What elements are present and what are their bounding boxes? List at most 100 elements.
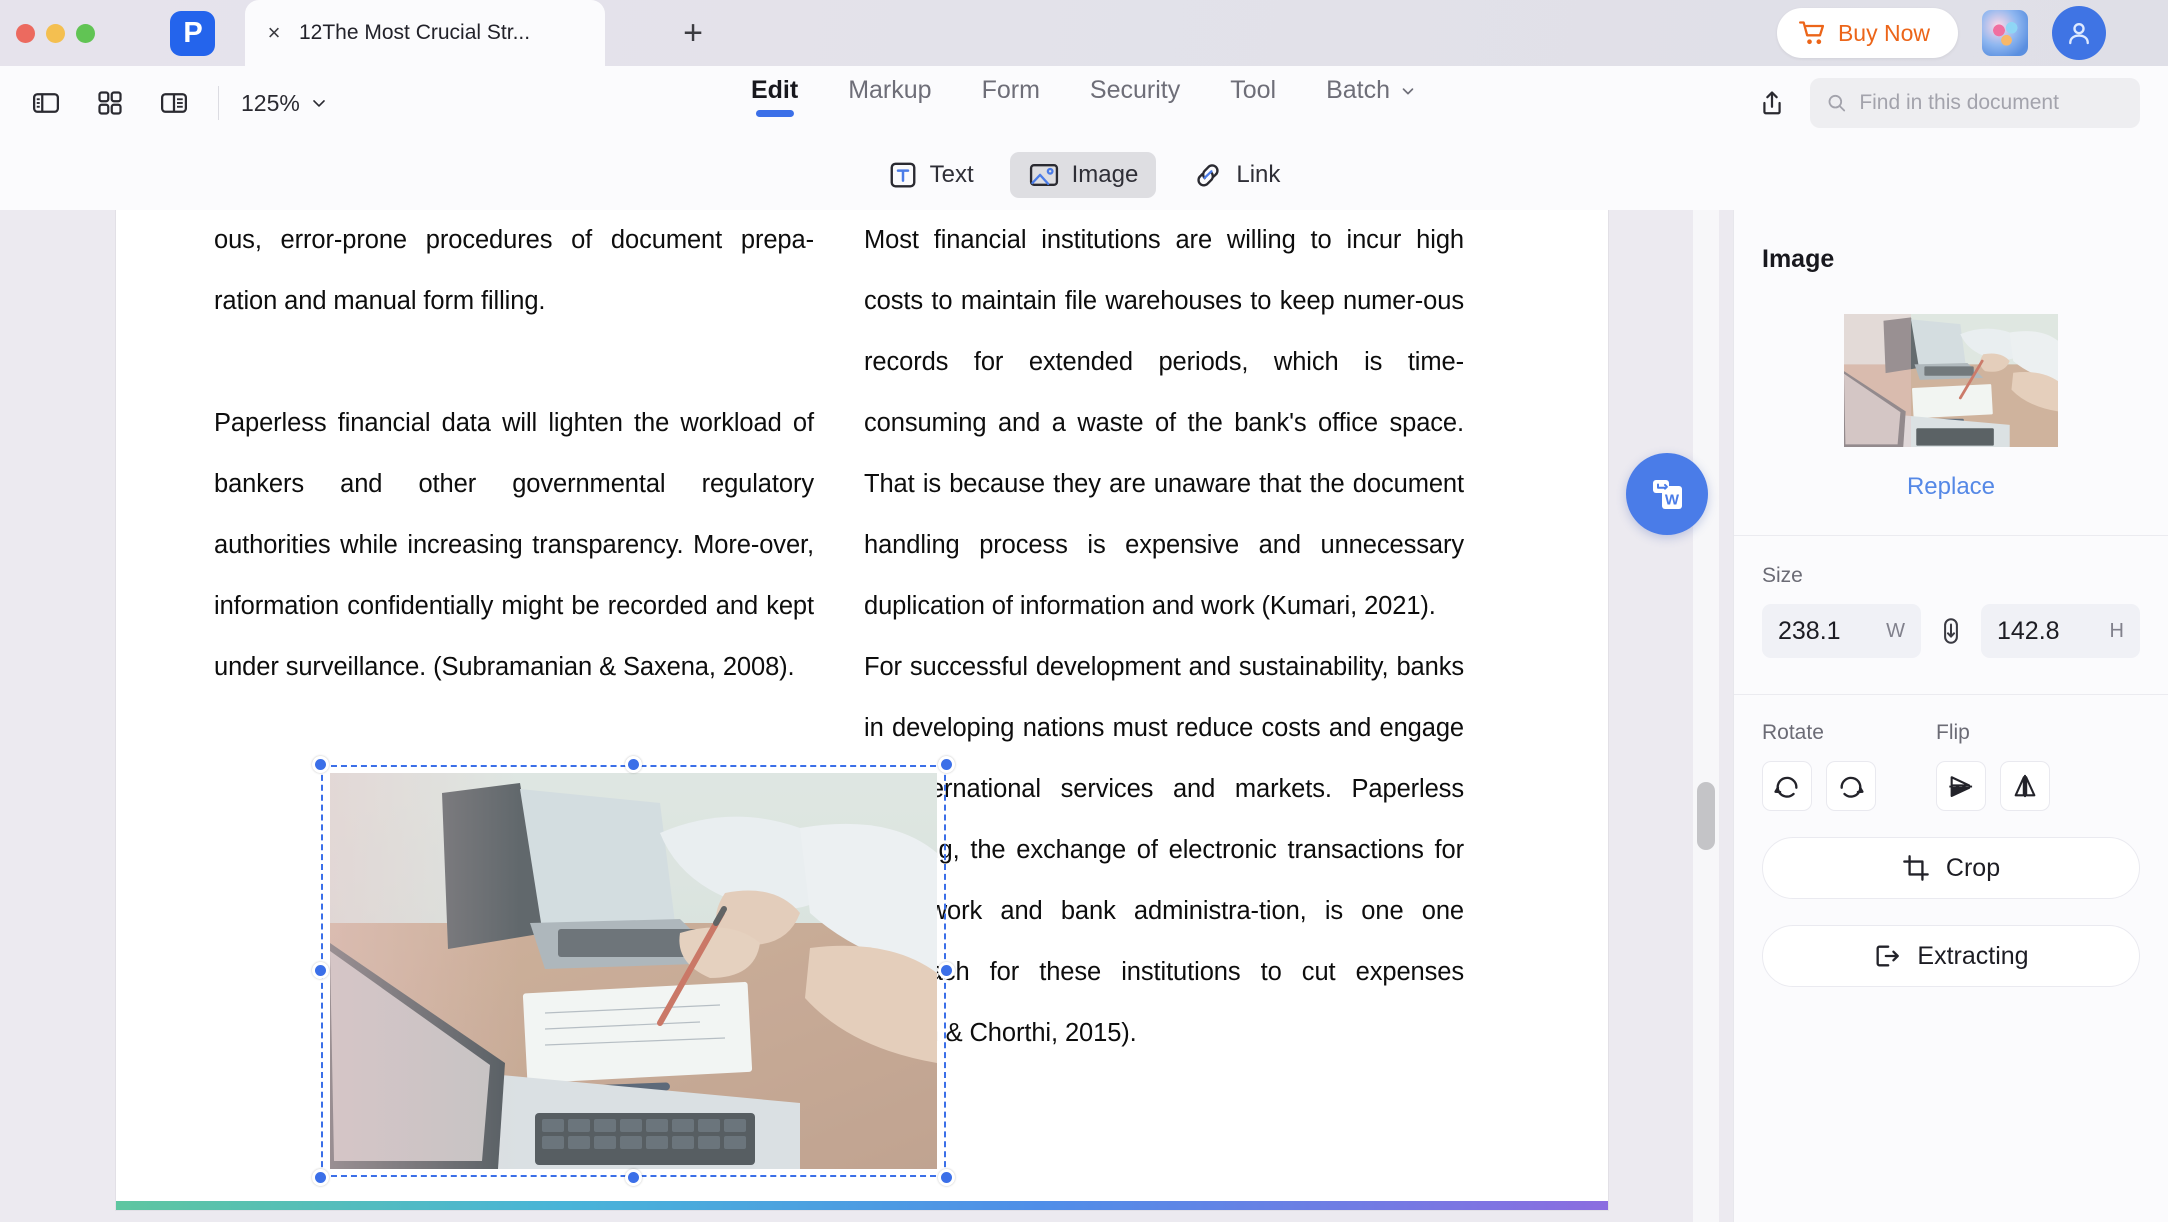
document-tab-title: 12The Most Crucial Str... [299,21,531,44]
resize-handle-bottom-center[interactable] [624,1169,642,1186]
paragraph: Paperless financial data will lighten th… [214,409,814,681]
convert-to-word-icon: W [1653,480,1682,509]
panel-title: Image [1762,245,1835,273]
tab-batch[interactable]: Batch [1326,76,1417,117]
find-in-document-box[interactable] [1810,78,2140,128]
rotate-group: Rotate [1762,721,1876,811]
link-icon [1197,164,1219,187]
image-width-field[interactable]: 238.1 W [1762,604,1921,658]
document-tab[interactable]: × 12The Most Crucial Str... [245,0,605,66]
crop-icon [1903,855,1929,881]
chevron-down-icon [1402,87,1414,94]
image-height-value: 142.8 [1997,616,2060,645]
resize-handle-bottom-right[interactable] [938,1169,955,1186]
zoom-level-control[interactable]: 125% [241,90,329,117]
new-tab-button[interactable]: + [672,12,714,54]
promo-gift-icon[interactable] [1982,10,2028,56]
document-viewport[interactable]: ous, error-prone procedures of document … [0,210,1733,1222]
tab-edit-label: Edit [750,76,799,104]
maximize-window-button[interactable] [76,23,95,43]
search-input[interactable] [1859,91,2124,115]
chevron-down-icon [312,100,325,107]
extracting-button[interactable]: Extracting [1762,925,2140,987]
sidebar-panel-toggle-icon[interactable] [24,81,68,125]
app-logo-icon: P [170,10,215,56]
aspect-ratio-lock-icon[interactable] [1935,615,1967,647]
extract-export-icon [1876,945,1900,967]
crop-button[interactable]: Crop [1762,837,2140,899]
rotate-clockwise-icon [1840,776,1864,798]
zoom-level-value: 125% [241,89,300,116]
rotate-right-button[interactable] [1826,761,1876,811]
subtool-text[interactable]: Text [870,152,992,198]
image-width-value: 238.1 [1778,616,1841,645]
toolbar-right-group [1750,78,2140,128]
close-tab-icon[interactable]: × [261,20,287,46]
image-properties-panel: Image Replace Size 238.1 W 142.8 H Rotat… [1733,210,2168,1222]
resize-handle-top-center[interactable] [624,756,642,773]
image-icon [1029,163,1058,187]
thumbnail-grid-view-icon[interactable] [88,81,132,125]
resize-handle-bottom-left[interactable] [312,1169,329,1186]
resize-handle-top-left[interactable] [312,756,329,773]
user-icon [2069,22,2089,45]
tab-batch-label: Batch [1326,76,1391,104]
flip-label: Flip [1936,721,1970,744]
image-width-unit: W [1886,619,1905,642]
cart-icon [1798,21,1825,45]
tab-markup[interactable]: Markup [848,76,931,117]
panel-divider [1734,694,2168,695]
rotate-counterclockwise-icon [1774,776,1798,798]
size-label: Size [1762,564,1803,587]
tab-form[interactable]: Form [982,76,1040,117]
subtool-text-label: Text [929,161,974,188]
tab-tool[interactable]: Tool [1230,76,1276,117]
size-controls-row: 238.1 W 142.8 H [1762,604,2140,658]
image-height-field[interactable]: 142.8 H [1981,604,2140,658]
right-text-column[interactable]: Most financial institutions are willing … [864,210,1464,1064]
close-window-button[interactable] [16,23,35,43]
resize-handle-middle-right[interactable] [938,962,955,979]
selection-outline [321,765,946,1177]
two-page-view-icon[interactable] [152,81,196,125]
tab-markup-label: Markup [848,76,932,104]
subtool-image-label: Image [1071,161,1139,188]
document-scrollbar[interactable] [1693,210,1719,1222]
text-box-icon [890,162,916,188]
transform-section: Rotate Flip [1734,721,2168,811]
scrollbar-thumb[interactable] [1697,782,1715,850]
share-icon[interactable] [1750,81,1794,125]
window-controls [16,23,95,43]
user-avatar[interactable] [2052,6,2106,60]
document-page[interactable]: ous, error-prone procedures of document … [116,210,1608,1210]
app-logo-glyph: P [183,16,202,49]
tab-security[interactable]: Security [1090,76,1180,117]
toolbar-divider [218,86,219,120]
page-accent-bar [116,1201,1608,1210]
minimize-window-button[interactable] [46,23,65,43]
flip-horizontal-icon [2014,774,2036,798]
image-thumbnail-content [1844,314,2058,447]
subtool-link-label: Link [1236,161,1281,188]
flip-horizontal-button[interactable] [2000,761,2050,811]
extracting-label: Extracting [1917,941,2029,970]
resize-handle-top-right[interactable] [938,756,955,773]
main-toolbar: 125% Edit Markup Form Security Tool Batc… [0,66,2168,140]
convert-to-word-button[interactable]: W [1626,453,1708,535]
flip-vertical-button[interactable] [1936,761,1986,811]
application-window: P × 12The Most Crucial Str... + Buy Now [0,0,2168,1222]
subtool-link[interactable]: Link [1174,152,1298,198]
tab-edit[interactable]: Edit [751,76,798,117]
subtool-image[interactable]: Image [1009,152,1157,198]
rotate-left-button[interactable] [1762,761,1812,811]
replace-image-link[interactable]: Replace [1734,473,2168,501]
panel-divider [1734,535,2168,536]
buy-now-button[interactable]: Buy Now [1776,8,1958,58]
image-thumbnail[interactable] [1844,314,2058,447]
tab-form-label: Form [981,76,1040,104]
selected-image-object[interactable] [312,756,955,1186]
resize-handle-middle-left[interactable] [312,962,329,979]
left-text-column[interactable]: ous, error-prone procedures of document … [214,210,814,698]
flip-vertical-icon [1949,776,1973,797]
edit-sub-toolbar: Text Image Link [0,140,2168,210]
